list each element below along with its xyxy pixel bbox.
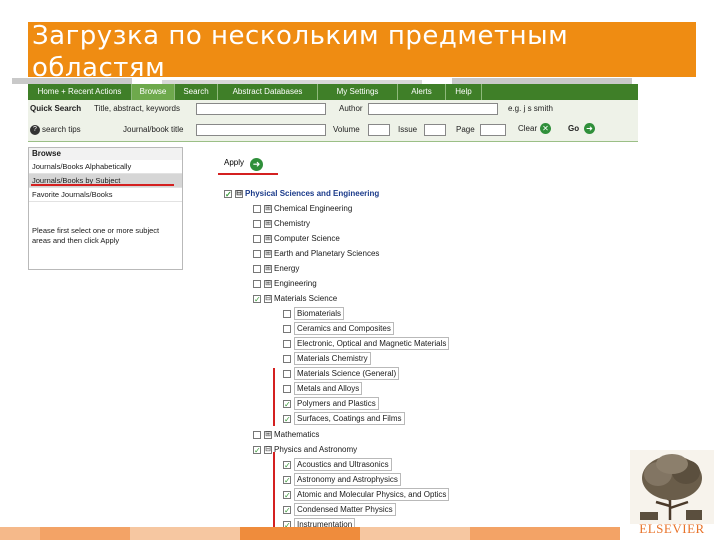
checkbox-icon[interactable] (283, 309, 291, 318)
checkbox-icon[interactable] (283, 354, 291, 363)
checkbox-icon[interactable] (283, 503, 291, 518)
checkbox-icon[interactable] (283, 488, 291, 503)
issue-input[interactable] (424, 124, 446, 136)
author-hint: e.g. j s smith (508, 104, 553, 113)
title-keywords-label: Title, abstract, keywords (94, 104, 180, 113)
page-label: Page (456, 125, 475, 134)
browse-instructions: Please first select one or more subject … (32, 226, 160, 245)
tree-row[interactable]: Polymers and Plastics (283, 396, 379, 412)
tree-row[interactable]: Metals and Alloys (283, 381, 363, 396)
tab-help[interactable]: Help (446, 84, 482, 100)
main-nav: Home + Recent Actions Browse Search Abst… (28, 84, 638, 100)
browse-alphabetically[interactable]: Journals/Books Alphabetically (29, 160, 182, 174)
tree-row[interactable]: ⊞ Chemistry (253, 216, 310, 231)
checkbox-icon[interactable] (253, 249, 261, 258)
tab-my-settings[interactable]: My Settings (318, 84, 398, 100)
checkbox-icon[interactable] (283, 412, 291, 427)
checkbox-icon[interactable] (253, 279, 261, 288)
collapse-icon[interactable]: ⊟ (264, 294, 272, 303)
elsevier-tree-logo (630, 450, 714, 524)
apply-label[interactable]: Apply (224, 158, 244, 167)
tree-row[interactable]: Atomic and Molecular Physics, and Optics (283, 487, 450, 503)
go-label[interactable]: Go (568, 123, 579, 135)
expand-icon[interactable]: ⊞ (264, 249, 272, 258)
tab-home[interactable]: Home + Recent Actions (28, 84, 132, 100)
tree-row[interactable]: Acoustics and Ultrasonics (283, 457, 392, 473)
checkbox-icon[interactable] (253, 234, 261, 243)
bottom-stripe (0, 527, 720, 540)
tree-row[interactable]: ⊞ Chemical Engineering (253, 201, 352, 216)
expand-icon[interactable]: ⊞ (264, 430, 272, 439)
author-label: Author (339, 104, 363, 113)
tree-row[interactable]: Materials Science (General) (283, 366, 400, 381)
tree-row[interactable]: ⊞ Computer Science (253, 231, 340, 246)
quick-search-label: Quick Search (30, 104, 82, 113)
journal-title-input[interactable] (196, 124, 326, 136)
checkbox-icon[interactable] (253, 204, 261, 213)
clear-link[interactable]: Clear (518, 123, 537, 135)
expand-icon[interactable]: ⊞ (264, 204, 272, 213)
expand-icon[interactable]: ⊞ (264, 234, 272, 243)
checkbox-icon[interactable] (283, 339, 291, 348)
tree-row[interactable]: ⊞ Earth and Planetary Sciences (253, 246, 379, 261)
expand-icon[interactable]: ⊞ (264, 219, 272, 228)
checkbox-icon[interactable] (283, 473, 291, 488)
checkbox-icon[interactable] (283, 458, 291, 473)
clear-arrow-icon[interactable]: ✕ (540, 123, 551, 134)
tab-search[interactable]: Search (175, 84, 218, 100)
tree-row[interactable]: ⊟Physics and Astronomy (253, 442, 357, 458)
tab-abstract-databases[interactable]: Abstract Databases (218, 84, 318, 100)
volume-input[interactable] (368, 124, 390, 136)
tree-row[interactable]: ⊞ Energy (253, 261, 299, 276)
go-arrow-icon[interactable]: ➜ (584, 123, 595, 134)
search-tips-link[interactable]: search tips (42, 124, 81, 136)
issue-label: Issue (398, 125, 418, 134)
checkbox-icon[interactable] (283, 384, 291, 393)
tree-row[interactable]: ⊟Materials Science (253, 291, 337, 307)
volume-label: Volume (333, 125, 360, 134)
browse-favorites[interactable]: Favorite Journals/Books (29, 188, 182, 202)
checkbox-icon[interactable] (283, 397, 291, 412)
slide-title: Загрузка по нескольким предметным област… (32, 21, 569, 83)
tab-browse[interactable]: Browse (132, 84, 175, 100)
tab-alerts[interactable]: Alerts (398, 84, 446, 100)
help-icon[interactable]: ? (30, 125, 40, 135)
tree-row[interactable]: ⊞ Engineering (253, 276, 317, 291)
checkbox-icon[interactable] (253, 264, 261, 273)
quick-search-panel: Quick Search Title, abstract, keywords A… (28, 100, 638, 142)
checkbox-icon[interactable] (253, 443, 261, 458)
collapse-icon[interactable]: ⊟ (235, 189, 243, 198)
tree-row[interactable]: ⊟Physical Sciences and Engineering (224, 186, 379, 202)
tree-row[interactable]: ⊞ Mathematics (253, 427, 319, 442)
tree-row[interactable]: Surfaces, Coatings and Films (283, 411, 405, 427)
checkbox-icon[interactable] (283, 324, 291, 333)
browse-heading: Browse (29, 148, 182, 160)
checkbox-icon[interactable] (224, 187, 232, 202)
tree-row[interactable]: Condensed Matter Physics (283, 502, 396, 518)
journal-title-label: Journal/book title (123, 125, 184, 134)
page-input[interactable] (480, 124, 506, 136)
tree-row[interactable]: Materials Chemistry (283, 351, 371, 366)
checkbox-icon[interactable] (283, 369, 291, 378)
tree-row[interactable]: Astronomy and Astrophysics (283, 472, 401, 488)
checkbox-icon[interactable] (253, 430, 261, 439)
expand-icon[interactable]: ⊞ (264, 279, 272, 288)
title-keywords-input[interactable] (196, 103, 326, 115)
tree-row[interactable]: Ceramics and Composites (283, 321, 394, 336)
browse-panel: Browse Journals/Books Alphabetically Jou… (28, 147, 183, 270)
collapse-icon[interactable]: ⊟ (264, 445, 272, 454)
highlight-underline (31, 184, 174, 186)
checkbox-icon[interactable] (253, 292, 261, 307)
tree-row[interactable]: Electronic, Optical and Magnetic Materia… (283, 336, 450, 351)
highlight-line (273, 368, 275, 426)
checkbox-icon[interactable] (253, 219, 261, 228)
expand-icon[interactable]: ⊞ (264, 264, 272, 273)
author-input[interactable] (368, 103, 498, 115)
tree-row[interactable]: Biomaterials (283, 306, 345, 321)
apply-arrow-icon[interactable]: ➜ (250, 158, 263, 171)
apply-underline (218, 173, 278, 175)
